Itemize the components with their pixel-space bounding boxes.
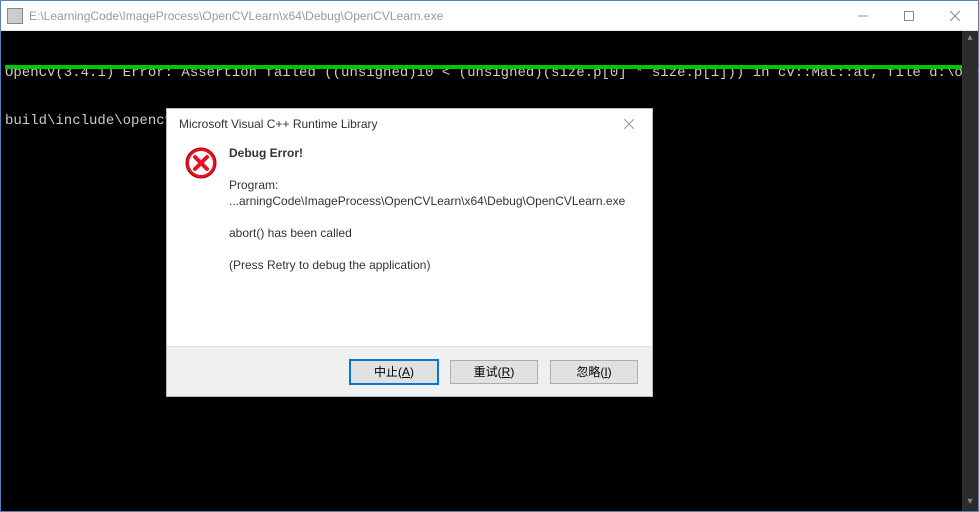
console-scrollbar[interactable]: ▴ ▾	[962, 31, 978, 511]
dialog-title: Microsoft Visual C++ Runtime Library	[179, 117, 614, 131]
dialog-body: Debug Error! Program: ...arningCode\Imag…	[167, 139, 652, 346]
close-icon	[624, 119, 634, 129]
button-accelerator: A	[402, 365, 410, 379]
button-label-prefix: 重试(	[474, 363, 502, 380]
dialog-program-block: Program: ...arningCode\ImageProcess\Open…	[229, 177, 634, 209]
button-label-suffix: )	[410, 365, 414, 379]
console-title: E:\LearningCode\ImageProcess\OpenCVLearn…	[29, 9, 840, 23]
close-icon	[950, 11, 960, 21]
scroll-up-icon[interactable]: ▴	[962, 31, 978, 47]
dialog-heading: Debug Error!	[229, 145, 634, 161]
minimize-button[interactable]	[840, 1, 886, 30]
console-titlebar[interactable]: E:\LearningCode\ImageProcess\OpenCVLearn…	[1, 1, 978, 31]
maximize-icon	[904, 11, 914, 21]
dialog-program-path: ...arningCode\ImageProcess\OpenCVLearn\x…	[229, 193, 634, 209]
dialog-button-row: 中止(A) 重试(R) 忽略(I)	[167, 346, 652, 396]
dialog-icon-column	[185, 145, 229, 340]
ignore-button[interactable]: 忽略(I)	[550, 360, 638, 384]
button-label-suffix: )	[608, 365, 612, 379]
scroll-down-icon[interactable]: ▾	[962, 495, 978, 511]
dialog-retry-hint: (Press Retry to debug the application)	[229, 257, 634, 273]
console-separator	[5, 65, 962, 69]
close-button[interactable]	[932, 1, 978, 30]
dialog-abort-message: abort() has been called	[229, 225, 634, 241]
console-app-icon	[7, 8, 23, 24]
runtime-error-dialog: Microsoft Visual C++ Runtime Library Deb…	[166, 108, 653, 397]
maximize-button[interactable]	[886, 1, 932, 30]
retry-button[interactable]: 重试(R)	[450, 360, 538, 384]
button-label-prefix: 中止(	[374, 363, 402, 380]
abort-button[interactable]: 中止(A)	[350, 360, 438, 384]
minimize-icon	[858, 11, 868, 21]
error-icon	[185, 147, 217, 179]
dialog-text-column: Debug Error! Program: ...arningCode\Imag…	[229, 145, 634, 340]
dialog-program-label: Program:	[229, 177, 634, 193]
window-controls	[840, 1, 978, 30]
button-label-prefix: 忽略(	[576, 363, 604, 380]
button-label-suffix: )	[510, 365, 514, 379]
dialog-titlebar[interactable]: Microsoft Visual C++ Runtime Library	[167, 109, 652, 139]
dialog-close-button[interactable]	[614, 112, 644, 136]
button-accelerator: R	[502, 365, 511, 379]
